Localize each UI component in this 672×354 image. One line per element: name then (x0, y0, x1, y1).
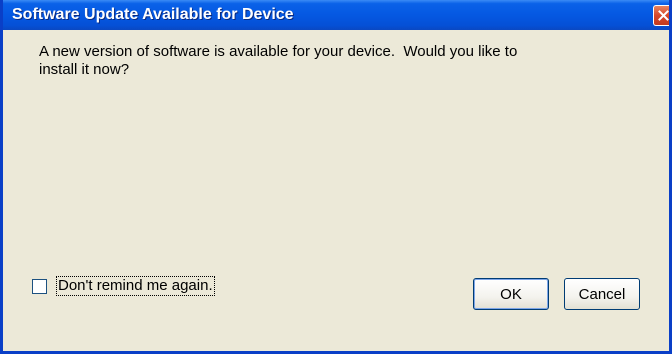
dont-remind-checkbox-row[interactable]: Don't remind me again. (32, 276, 215, 296)
close-icon (658, 10, 669, 21)
dont-remind-checkbox[interactable] (32, 278, 47, 294)
dialog-message: A new version of software is available f… (39, 43, 518, 78)
dialog-window: Software Update Available for Device A n… (0, 0, 672, 354)
ok-button[interactable]: OK (473, 278, 549, 310)
cancel-button[interactable]: Cancel (564, 278, 640, 310)
close-button[interactable] (653, 5, 669, 26)
dont-remind-label[interactable]: Don't remind me again. (56, 276, 215, 296)
title-bar[interactable]: Software Update Available for Device (3, 0, 669, 30)
window-title: Software Update Available for Device (12, 6, 294, 23)
